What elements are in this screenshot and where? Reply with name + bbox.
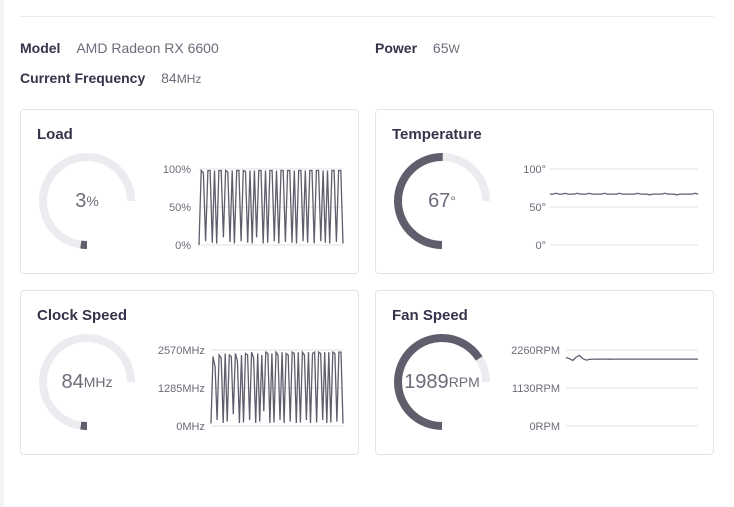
fan-speed-chart: 2260RPM 1130RPM 0RPM (504, 342, 702, 438)
load-unit: % (86, 193, 99, 209)
load-card: Load 3% 100% 50% 0% (20, 109, 359, 274)
clock-speed-unit: MHz (83, 374, 113, 390)
fan-tick-label: 1130RPM (512, 383, 560, 395)
model-value: AMD Radeon RX 6600 (76, 40, 219, 56)
clock-tick-label: 1285MHz (158, 383, 205, 395)
temperature-gauge-value: 67 ° (392, 151, 492, 251)
load-tick-label: 0% (175, 240, 191, 251)
power-row: Power 65W (375, 40, 460, 56)
load-gauge: 3% (37, 151, 137, 251)
fan-speed-unit: RPM (448, 374, 480, 390)
fan-series-line (565, 354, 698, 362)
model-label: Model (20, 40, 61, 56)
power-value: 65W (433, 40, 460, 56)
temperature-chart: 100° 50° 0° (512, 161, 702, 252)
fan-speed-gauge-value: 1989 RPM (392, 332, 492, 432)
fan-tick-label: 0RPM (529, 421, 560, 433)
frequency-number: 84 (161, 70, 177, 86)
load-tick-label: 50% (169, 202, 191, 214)
clock-speed-card: Clock Speed 84 MHz 2570MHz 1285MHz 0MHz (20, 290, 359, 455)
temperature-tick-label: 50° (529, 202, 546, 214)
temperature-gauge: 67 ° (392, 151, 492, 251)
power-unit: W (448, 42, 460, 56)
clock-speed-value: 84 (61, 370, 84, 393)
load-chart: 100% 50% 0% (157, 161, 347, 252)
fan-speed-gauge: 1989 RPM (392, 332, 492, 432)
fan-speed-card: Fan Speed 1989 RPM 2260RPM 1130RPM 0RPM (375, 290, 714, 455)
fan-speed-value: 1989 (404, 370, 449, 393)
clock-speed-gauge-value: 84 MHz (37, 332, 137, 432)
top-divider (20, 16, 714, 17)
frequency-label: Current Frequency (20, 70, 146, 86)
clock-speed-title: Clock Speed (37, 307, 128, 324)
temperature-title: Temperature (392, 126, 482, 143)
model-row: Model AMD Radeon RX 6600 (20, 40, 219, 56)
clock-speed-chart: 2570MHz 1285MHz 0MHz (149, 342, 347, 438)
load-gauge-value: 3% (37, 151, 137, 251)
fan-tick-label: 2260RPM (511, 345, 560, 357)
temperature-unit: ° (450, 193, 456, 209)
fan-speed-title: Fan Speed (392, 307, 468, 324)
load-value: 3 (75, 189, 87, 212)
clock-tick-label: 2570MHz (158, 345, 205, 357)
frequency-row: Current Frequency 84MHz (20, 70, 201, 86)
load-tick-label: 100% (163, 164, 191, 176)
temperature-series-line (550, 192, 699, 196)
power-label: Power (375, 40, 418, 56)
frequency-unit: MHz (176, 72, 202, 86)
load-series-line (198, 168, 344, 246)
left-divider (0, 0, 4, 507)
temperature-tick-label: 0° (535, 240, 546, 251)
clock-speed-gauge: 84 MHz (37, 332, 137, 432)
clock-tick-label: 0MHz (176, 421, 205, 433)
temperature-card: Temperature 67 ° 100° 50° 0° (375, 109, 714, 274)
load-title: Load (37, 126, 73, 143)
temperature-tick-label: 100° (523, 164, 546, 176)
power-number: 65 (432, 40, 449, 56)
frequency-value: 84MHz (161, 70, 201, 86)
temperature-value: 67 (428, 189, 451, 212)
